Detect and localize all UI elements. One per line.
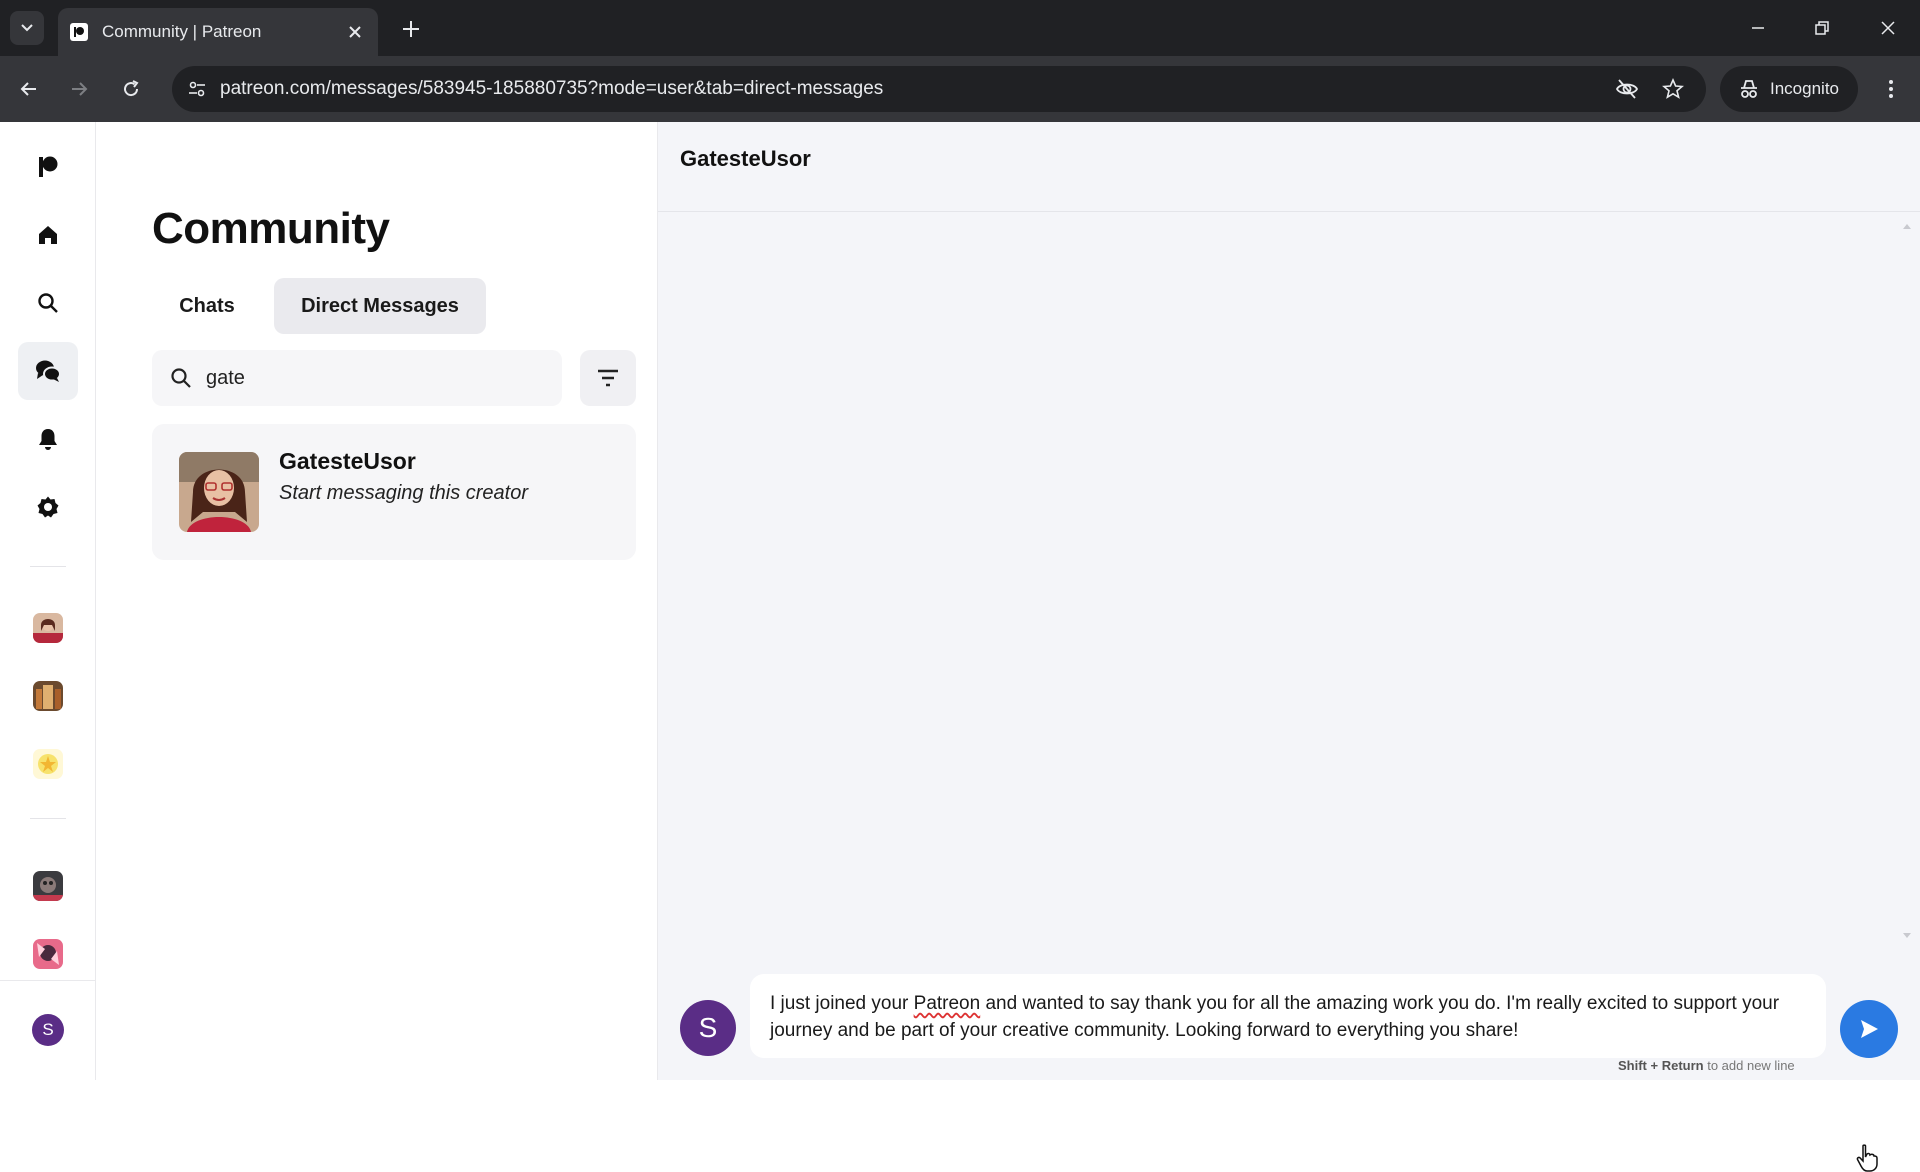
reload-icon — [124, 80, 139, 97]
tab-close-icon[interactable] — [344, 21, 366, 43]
arrow-left-icon — [20, 82, 36, 96]
user-avatar[interactable]: S — [32, 1014, 64, 1046]
rail-bottom-divider — [0, 980, 96, 981]
reload-button[interactable] — [114, 72, 148, 106]
community-chat-icon[interactable] — [18, 342, 78, 400]
search-result-item[interactable]: GatesteUsor Start messaging this creator — [152, 424, 636, 560]
arrow-right-icon — [72, 82, 88, 96]
hint-keys: Shift + Return — [1618, 1058, 1704, 1073]
tab-chats[interactable]: Chats — [152, 278, 262, 334]
more-vertical-icon — [1889, 80, 1893, 98]
search-icon[interactable] — [18, 274, 78, 332]
tab-search-button[interactable] — [10, 11, 44, 45]
home-icon[interactable] — [18, 206, 78, 264]
address-bar[interactable]: patreon.com/messages/583945-185880735?mo… — [172, 66, 1706, 112]
hint-text: to add new line — [1703, 1058, 1795, 1073]
filter-button[interactable] — [580, 350, 636, 406]
close-icon — [1881, 21, 1895, 35]
conversation-header: GatesteUsor — [658, 122, 1920, 212]
creator-avatar-4[interactable] — [33, 871, 63, 901]
left-rail: S — [0, 122, 96, 1080]
incognito-label: Incognito — [1770, 79, 1839, 98]
message-text-misspelled-word: Patreon — [913, 993, 981, 1014]
search-field[interactable] — [152, 350, 562, 406]
search-input[interactable] — [206, 366, 526, 390]
send-icon — [1861, 1020, 1878, 1038]
eye-off-icon[interactable] — [1612, 74, 1642, 104]
minimize-button[interactable] — [1736, 10, 1780, 46]
restore-button[interactable] — [1800, 10, 1844, 46]
browser-tabstrip: Community | Patreon — [0, 0, 1920, 56]
tab-direct-messages[interactable]: Direct Messages — [274, 278, 486, 334]
close-window-button[interactable] — [1866, 10, 1910, 46]
message-text-start: I just joined your — [770, 993, 914, 1014]
filter-icon — [598, 369, 618, 387]
restore-icon — [1815, 21, 1829, 35]
back-button[interactable] — [12, 72, 46, 106]
composer-user-avatar: S — [680, 1000, 736, 1056]
creator-avatar — [179, 452, 259, 532]
gear-icon[interactable] — [18, 478, 78, 536]
creator-avatar-5[interactable] — [33, 939, 63, 969]
incognito-indicator[interactable]: Incognito — [1720, 66, 1858, 112]
hand-cursor-icon — [1856, 1144, 1878, 1172]
incognito-icon — [1741, 80, 1757, 98]
composer-hint: Shift + Return to add new line — [1618, 1058, 1795, 1073]
result-subtitle: Start messaging this creator — [279, 482, 528, 504]
result-name: GatesteUsor — [279, 448, 416, 474]
page-title: Community — [152, 204, 390, 253]
search-icon — [171, 368, 191, 388]
rail-divider-2 — [30, 818, 66, 819]
forward-button[interactable] — [62, 72, 96, 106]
bell-icon[interactable] — [18, 410, 78, 468]
patreon-page: S Community Chats Direct Messages gate G… — [0, 122, 1920, 1172]
patreon-favicon-icon — [70, 23, 88, 41]
rail-divider — [30, 566, 66, 567]
chevron-down-icon — [21, 24, 33, 32]
new-tab-button[interactable] — [396, 14, 426, 44]
minimize-icon — [1752, 27, 1764, 29]
bookmark-star-icon[interactable] — [1658, 74, 1688, 104]
conversation-panel: GatesteUsor S I just joined your Patreon… — [658, 122, 1920, 1080]
url-text: patreon.com/messages/583945-185880735?mo… — [220, 78, 884, 99]
tab-title: Community | Patreon — [102, 22, 262, 41]
creator-avatar-1[interactable] — [33, 613, 63, 643]
creator-avatar-3[interactable] — [33, 749, 63, 779]
conversation-title: GatesteUsor — [680, 146, 811, 171]
plus-icon — [403, 21, 419, 37]
patreon-logo-icon[interactable] — [18, 138, 78, 196]
creator-avatar-2[interactable] — [33, 681, 63, 711]
message-input[interactable]: I just joined your Patreon and wanted to… — [750, 974, 1826, 1058]
browser-menu-button[interactable] — [1874, 72, 1908, 106]
scroll-up-arrow-icon[interactable] — [1902, 222, 1912, 230]
site-info-icon[interactable] — [180, 72, 214, 106]
send-button[interactable] — [1840, 1000, 1898, 1058]
scroll-down-arrow-icon[interactable] — [1902, 932, 1912, 940]
community-list-panel: Community Chats Direct Messages gate Gat… — [96, 122, 658, 1080]
browser-toolbar: patreon.com/messages/583945-185880735?mo… — [0, 56, 1920, 122]
browser-tab-active[interactable]: Community | Patreon — [58, 8, 378, 56]
